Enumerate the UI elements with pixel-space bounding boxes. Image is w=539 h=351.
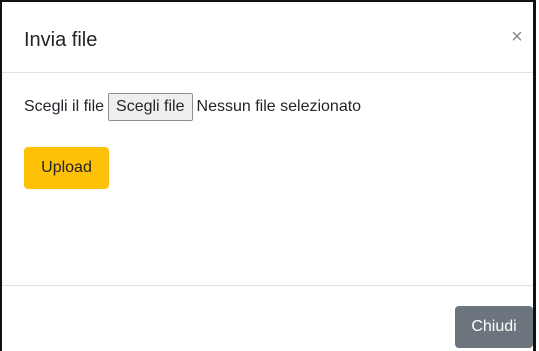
dialog-footer: Chiudi	[2, 285, 533, 351]
dialog-header: Invia file ×	[2, 2, 533, 73]
upload-button[interactable]: Upload	[24, 147, 109, 189]
choose-file-button[interactable]: Scegli file	[108, 93, 193, 121]
file-picker-label: Scegli il file	[24, 98, 105, 115]
close-icon[interactable]: ×	[505, 24, 529, 50]
dialog-title: Invia file	[24, 29, 98, 51]
file-picker-row: Scegli il file Scegli file Nessun file s…	[24, 92, 361, 122]
dialog-body: Scegli il file Scegli file Nessun file s…	[2, 73, 533, 285]
send-file-dialog: Invia file × Scegli il file Scegli file …	[0, 0, 536, 351]
close-button[interactable]: Chiudi	[455, 306, 533, 348]
file-status-text: Nessun file selezionato	[196, 98, 362, 115]
